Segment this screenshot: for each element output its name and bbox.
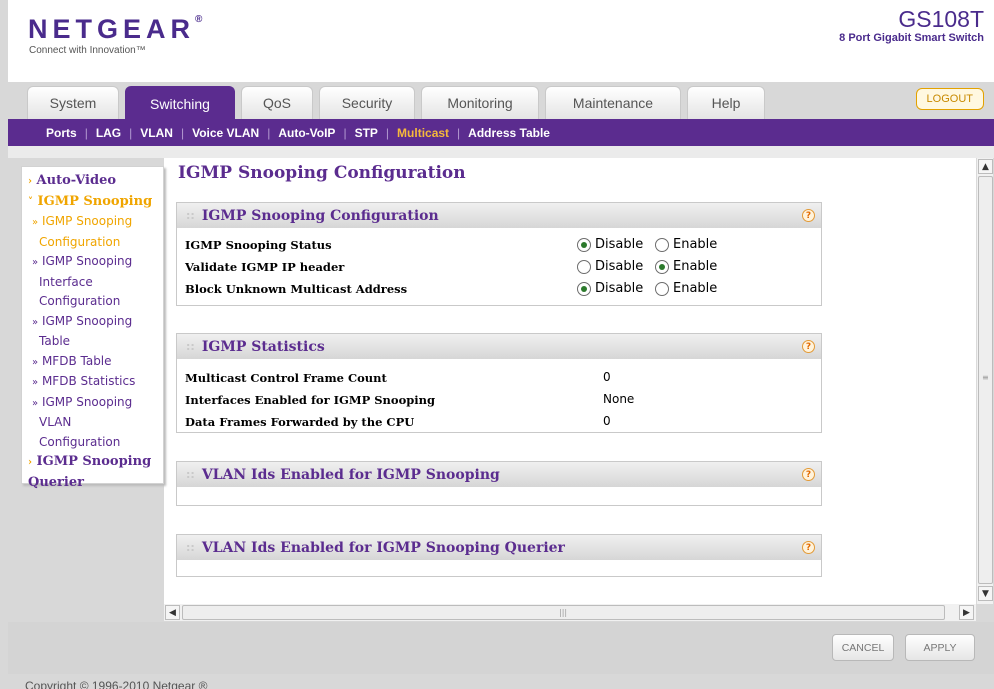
main-tabs: System Switching QoS Security Monitoring…: [27, 86, 771, 120]
menu-mfdb-statistics[interactable]: » MFDB Statistics: [28, 372, 163, 393]
subnav-voice-vlan[interactable]: Voice VLAN: [192, 126, 259, 140]
vertical-scroll-thumb[interactable]: ≡: [978, 176, 993, 584]
config-panel-header: :: IGMP Snooping Configuration ?: [177, 203, 821, 228]
help-icon[interactable]: ?: [802, 340, 815, 353]
subnav-lag[interactable]: LAG: [96, 126, 121, 140]
horizontal-scrollbar[interactable]: ◀ ||| ▶: [164, 604, 976, 621]
apply-button[interactable]: APPLY: [905, 634, 975, 661]
subnav-address-table[interactable]: Address Table: [468, 126, 550, 140]
block-unknown-multicast-row: Block Unknown Multicast Address Disable …: [185, 281, 718, 296]
vlan-ids-panel: :: VLAN Ids Enabled for IGMP Snooping ?: [176, 461, 822, 506]
help-icon[interactable]: ?: [802, 209, 815, 222]
content-band: [8, 146, 994, 158]
validate-header-enable-radio[interactable]: Enable: [655, 259, 717, 274]
tab-security[interactable]: Security: [319, 86, 415, 119]
help-icon[interactable]: ?: [802, 541, 815, 554]
subnav-ports[interactable]: Ports: [46, 126, 77, 140]
scroll-up-icon[interactable]: ▲: [978, 159, 993, 174]
validate-header-row: Validate IGMP IP header Disable Enable: [185, 259, 718, 274]
tab-qos[interactable]: QoS: [241, 86, 313, 119]
sub-navigation: Ports | LAG | VLAN | Voice VLAN | Auto-VoIP |…: [8, 119, 994, 146]
scroll-down-icon[interactable]: ▼: [978, 586, 993, 601]
page-title: IGMP Snooping Configuration: [178, 163, 466, 183]
tab-switching[interactable]: Switching: [125, 86, 235, 120]
menu-auto-video[interactable]: › Auto-Video: [28, 171, 163, 192]
vlan-ids-panel-header: :: VLAN Ids Enabled for IGMP Snooping ?: [177, 462, 821, 487]
subnav-separator: |: [343, 125, 347, 140]
tab-system[interactable]: System: [27, 86, 119, 119]
header: NETGEAR® Connect with Innovation™ GS108T…: [8, 0, 994, 82]
grip-icon: ::: [186, 541, 195, 554]
subnav-vlan[interactable]: VLAN: [140, 126, 173, 140]
tagline: Connect with Innovation™: [29, 45, 146, 56]
menu-igmp-snooping[interactable]: ˅ IGMP Snooping: [28, 192, 163, 213]
menu-igmp-snooping-querier[interactable]: › IGMP Snooping Querier: [28, 452, 163, 492]
stats-row: Data Frames Forwarded by the CPU 0: [185, 414, 611, 429]
horizontal-scroll-thumb[interactable]: |||: [182, 605, 945, 620]
subnav-multicast[interactable]: Multicast: [397, 126, 449, 140]
scroll-left-icon[interactable]: ◀: [165, 605, 180, 620]
menu-mfdb-table[interactable]: » MFDB Table: [28, 352, 163, 373]
vlan-ids-querier-panel-header: :: VLAN Ids Enabled for IGMP Snooping Que…: [177, 535, 821, 560]
cancel-button[interactable]: CANCEL: [832, 634, 894, 661]
stats-panel-header: :: IGMP Statistics ?: [177, 334, 821, 359]
tab-maintenance[interactable]: Maintenance: [545, 86, 681, 119]
model-description: 8 Port Gigabit Smart Switch: [839, 32, 984, 44]
interfaces-enabled-value: None: [603, 392, 635, 406]
subnav-auto-voip[interactable]: Auto-VoIP: [278, 126, 335, 140]
chevron-right-icon: ›: [28, 457, 32, 468]
menu-igmp-snooping-configuration[interactable]: » IGMP Snooping Configuration: [28, 212, 163, 252]
menu-igmp-snooping-interface-configuration[interactable]: » IGMP Snooping Interface Configuration: [28, 252, 163, 312]
tab-monitoring[interactable]: Monitoring: [421, 86, 539, 119]
data-frames-forwarded-value: 0: [603, 414, 611, 428]
menu-igmp-snooping-table[interactable]: » IGMP Snooping Table: [28, 312, 163, 352]
subnav-separator: |: [457, 125, 461, 140]
left-menu: › Auto-Video ˅ IGMP Snooping » IGMP Snoo…: [21, 166, 164, 490]
subnav-separator: |: [267, 125, 271, 140]
igmp-status-disable-radio[interactable]: Disable: [577, 237, 643, 252]
chevron-down-icon: ˅: [28, 196, 33, 208]
igmp-status-row: IGMP Snooping Status Disable Enable: [185, 237, 718, 252]
grip-icon: ::: [186, 340, 195, 353]
block-unknown-disable-radio[interactable]: Disable: [577, 281, 643, 296]
grip-icon: ::: [186, 209, 195, 222]
vertical-scrollbar[interactable]: ▲ ≡ ▼: [976, 158, 993, 604]
subnav-stp[interactable]: STP: [355, 126, 378, 140]
menu-igmp-snooping-vlan-configuration[interactable]: » IGMP Snooping VLAN Configuration: [28, 393, 163, 453]
validate-header-disable-radio[interactable]: Disable: [577, 259, 643, 274]
subnav-separator: |: [84, 125, 88, 140]
model-name: GS108T: [898, 6, 984, 32]
subnav-separator: |: [385, 125, 390, 140]
multicast-control-frame-count: 0: [603, 370, 611, 384]
tab-help[interactable]: Help: [687, 86, 765, 119]
subnav-separator: |: [129, 125, 133, 140]
logout-button[interactable]: LOGOUT: [915, 88, 984, 110]
chevron-right-icon: ›: [28, 176, 32, 187]
stats-row: Multicast Control Frame Count 0: [185, 370, 611, 385]
subnav-separator: |: [180, 125, 185, 140]
vlan-ids-querier-panel: :: VLAN Ids Enabled for IGMP Snooping Que…: [176, 534, 822, 577]
stats-row: Interfaces Enabled for IGMP Snooping Non…: [185, 392, 635, 407]
igmp-status-enable-radio[interactable]: Enable: [655, 237, 717, 252]
stats-panel: :: IGMP Statistics ? Multicast Control Fr…: [176, 333, 822, 433]
block-unknown-enable-radio[interactable]: Enable: [655, 281, 717, 296]
grip-icon: ::: [186, 468, 195, 481]
netgear-logo: NETGEAR®: [28, 14, 203, 44]
copyright: Copyright © 1996-2010 Netgear ®: [25, 679, 208, 689]
config-panel: :: IGMP Snooping Configuration ? IGMP Sno…: [176, 202, 822, 306]
bottom-action-bar: CANCEL APPLY: [8, 622, 994, 674]
help-icon[interactable]: ?: [802, 468, 815, 481]
scroll-right-icon[interactable]: ▶: [959, 605, 974, 620]
